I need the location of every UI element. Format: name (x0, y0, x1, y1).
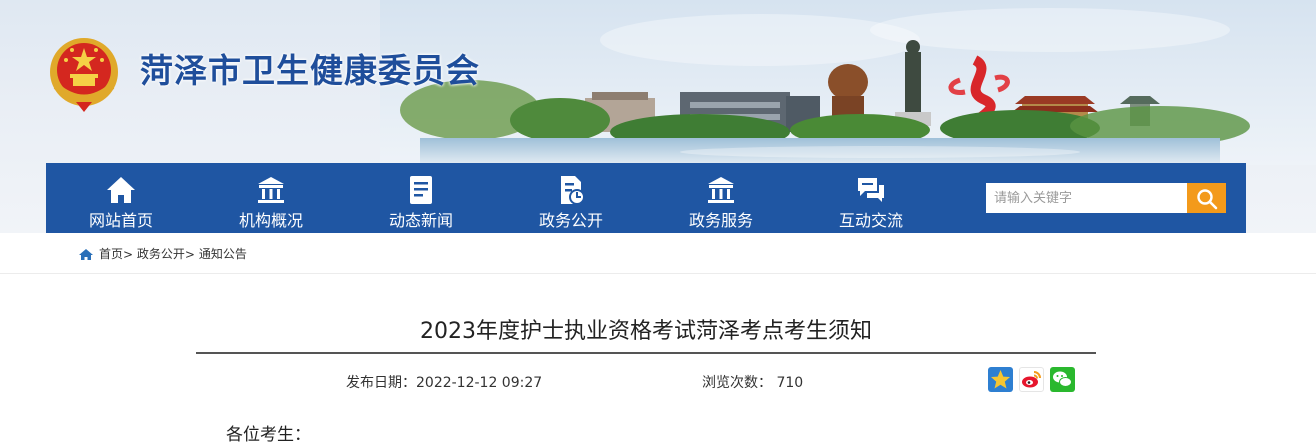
home-icon (79, 249, 93, 260)
publish-date: 发布日期：2022-12-12 09:27 (346, 372, 542, 392)
nav-label-services: 政务服务 (688, 211, 753, 230)
wechat-share-icon (1053, 371, 1072, 387)
site-title: 菏泽市卫生健康委员会 (140, 51, 480, 90)
nav-label-news: 动态新闻 (388, 211, 453, 230)
breadcrumb-notices[interactable]: 通知公告 (199, 247, 247, 261)
institution-icon (258, 177, 284, 203)
chat-bubbles-icon (858, 178, 884, 202)
share-wechat-button[interactable] (1050, 367, 1075, 392)
home-icon (107, 177, 135, 203)
search-icon (1197, 189, 1218, 210)
service-building-icon (708, 177, 734, 203)
article-title: 2023年度护士执业资格考试菏泽考点考生须知 (420, 319, 872, 344)
star-share-icon (991, 370, 1010, 389)
site-header: 菏泽市卫生健康委员会 网站首页 机构概况 动态新闻 政务公开 政务服务 互动交流… (0, 0, 1316, 233)
nav-label-public-affairs: 政务公开 (538, 211, 603, 230)
nav-item-interaction[interactable]: 互动交流 (796, 163, 946, 233)
view-count-value: 710 (776, 375, 804, 391)
view-count-label: 浏览次数： (702, 375, 772, 391)
nav-label-home: 网站首页 (88, 211, 153, 230)
public-document-icon (561, 176, 585, 205)
nav-label-interaction: 互动交流 (838, 211, 903, 230)
title-divider (196, 352, 1096, 354)
nav-item-news[interactable]: 动态新闻 (346, 163, 496, 233)
publish-date-value: 2022-12-12 09:27 (416, 375, 543, 391)
search-button[interactable] (1187, 183, 1226, 213)
main-nav: 网站首页 机构概况 动态新闻 政务公开 政务服务 互动交流 请输入关键字 (46, 163, 1246, 233)
breadcrumb-separator: > (123, 247, 134, 262)
publish-date-label: 发布日期： (346, 375, 416, 391)
article-body-first-line: 各位考生： (226, 425, 311, 445)
nav-item-public-affairs[interactable]: 政务公开 (496, 163, 646, 233)
news-document-icon (410, 176, 432, 204)
breadcrumb-separator: > (184, 247, 195, 262)
nav-item-services[interactable]: 政务服务 (646, 163, 796, 233)
breadcrumb-public-affairs[interactable]: 政务公开 (137, 247, 185, 261)
share-weibo-button[interactable] (1019, 367, 1044, 392)
nav-label-institution: 机构概况 (238, 211, 303, 230)
national-emblem-logo (50, 38, 118, 112)
weibo-share-icon (1022, 371, 1041, 388)
breadcrumb-bar: 首页> 政务公开> 通知公告 (0, 233, 1316, 274)
breadcrumb: 首页> 政务公开> 通知公告 (78, 245, 247, 262)
view-count: 浏览次数： 710 (702, 372, 803, 392)
share-star-button[interactable] (988, 367, 1013, 392)
nav-item-institution[interactable]: 机构概况 (196, 163, 346, 233)
search-input[interactable] (986, 183, 1187, 213)
breadcrumb-home[interactable]: 首页 (99, 247, 123, 261)
nav-item-home[interactable]: 网站首页 (46, 163, 196, 233)
